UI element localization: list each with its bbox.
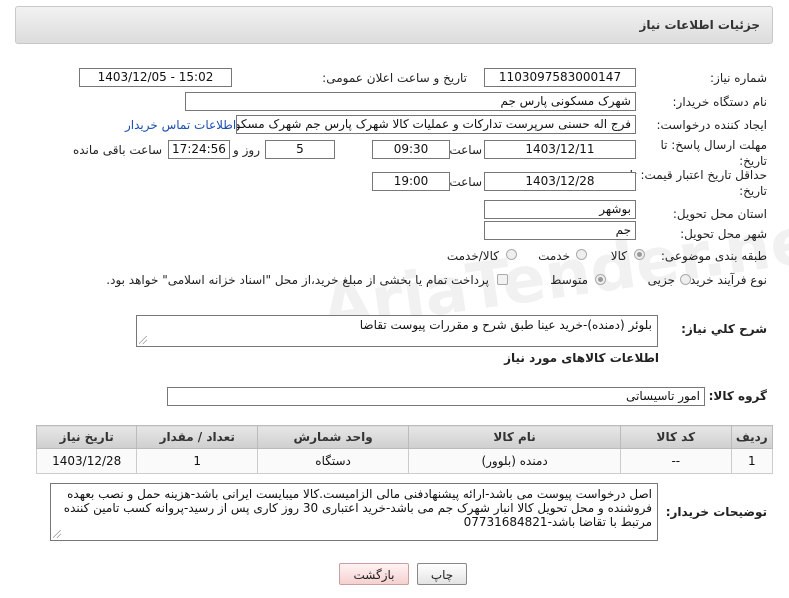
print-button[interactable]: چاپ [417,563,467,585]
announce-datetime-field: 1403/12/05 - 15:02 [79,68,232,87]
description-label: شرح کلي نياز: [681,322,767,336]
reply-date-field: 1403/12/11 [484,140,636,159]
process-radio-medium[interactable] [595,274,606,285]
days-field: 5 [265,140,335,159]
process-option-minor: جزیی [647,273,675,287]
col-header-item-name: نام کالا [408,425,622,449]
buyer-notes-text: اصل درخواست پیوست می باشد-ارائه پیشنهادف… [63,487,652,529]
cell-need-date: 1403/12/28 [35,448,138,474]
table-header-row: ردیف کد کالا نام کالا واحد شمارش تعداد /… [35,425,774,449]
remaining-label: ساعت باقی مانده [72,143,162,157]
announce-datetime-label: تاریخ و ساعت اعلان عمومی: [322,71,467,85]
items-table: ردیف کد کالا نام کالا واحد شمارش تعداد /… [35,425,774,474]
cell-quantity: 1 [136,448,259,474]
buyer-contact-link[interactable]: اطلاعات تماس خریدار [125,118,236,132]
city-label: شهر محل تحویل: [680,227,767,241]
cell-item-code: -- [620,448,732,474]
cell-item-name: دمنده (بلوور) [408,448,622,474]
buyer-org-label: نام دستگاه خریدار: [672,95,768,109]
reply-deadline-label: مهلت ارسال پاسخ: تا تاریخ: [660,138,767,168]
description-text: بلوئر (دمنده)-خرید عینا طبق شرح و مقررات… [359,318,652,332]
reply-time-field: 09:30 [372,140,450,159]
province-label: استان محل تحویل: [672,207,767,221]
cell-row-number: 1 [730,448,774,474]
process-type-label: نوع فرآیند خرید : [682,273,767,287]
resize-grip-icon [139,336,147,344]
treasury-payment-checkbox[interactable] [497,274,508,285]
validity-hour-label: ساعت [449,175,482,189]
col-header-item-code: کد کالا [620,425,732,449]
category-radio-goods[interactable] [634,249,645,260]
requester-field: فرج اله حسنی سرپرست تدارکات و عملیات کال… [236,115,636,134]
cell-unit: دستگاه [257,448,410,474]
buyer-org-field: شهرک مسکونی پارس جم [185,92,636,111]
min-validity-label: حداقل تاریخ اعتبار قیمت: تا تاریخ: [629,168,767,198]
col-header-quantity: تعداد / مقدار [136,425,259,449]
day-and-label: روز و [233,143,260,157]
category-option-service: خدمت [538,249,570,263]
table-row: 1 -- دمنده (بلوور) دستگاه 1 1403/12/28 [35,448,774,474]
page-title: جزئیات اطلاعات نیاز [639,18,760,32]
buyer-notes-textarea[interactable]: اصل درخواست پیوست می باشد-ارائه پیشنهادف… [50,483,658,541]
remaining-time-field: 17:24:56 [168,140,230,159]
category-radio-service[interactable] [576,249,587,260]
treasury-payment-note: پرداخت تمام یا بخشی از مبلغ خرید،از محل … [106,273,489,287]
reply-hour-label: ساعت [449,143,482,157]
province-field: بوشهر [484,200,636,219]
goods-info-heading: اطلاعات کالاهای مورد نیاز [504,351,659,365]
requester-label: ایجاد کننده درخواست: [656,118,767,132]
validity-time-field: 19:00 [372,172,450,191]
need-number-field: 1103097583000147 [484,68,636,87]
buyer-notes-label: توضیحات خریدار: [665,505,767,519]
need-number-label: شماره نیاز: [710,71,767,85]
goods-group-field: امور تاسیساتی [167,387,705,406]
validity-date-field: 1403/12/28 [484,172,636,191]
back-button[interactable]: بازگشت [339,563,409,585]
process-radio-minor[interactable] [680,274,691,285]
col-header-row-number: ردیف [730,425,774,449]
process-option-medium: متوسط [550,273,588,287]
goods-group-label: گروه کالا: [708,389,767,403]
category-label: طبقه بندی موضوعی: [660,249,767,263]
description-textarea[interactable]: بلوئر (دمنده)-خرید عینا طبق شرح و مقررات… [136,315,658,347]
category-option-goods: کالا [610,249,627,263]
category-radio-both[interactable] [506,249,517,260]
col-header-need-date: تاریخ نیاز [35,425,138,449]
resize-grip-icon [53,530,61,538]
city-field: جم [484,221,636,240]
col-header-unit: واحد شمارش [257,425,410,449]
header-panel: جزئیات اطلاعات نیاز [15,6,773,44]
category-option-both: کالا/خدمت [446,249,499,263]
